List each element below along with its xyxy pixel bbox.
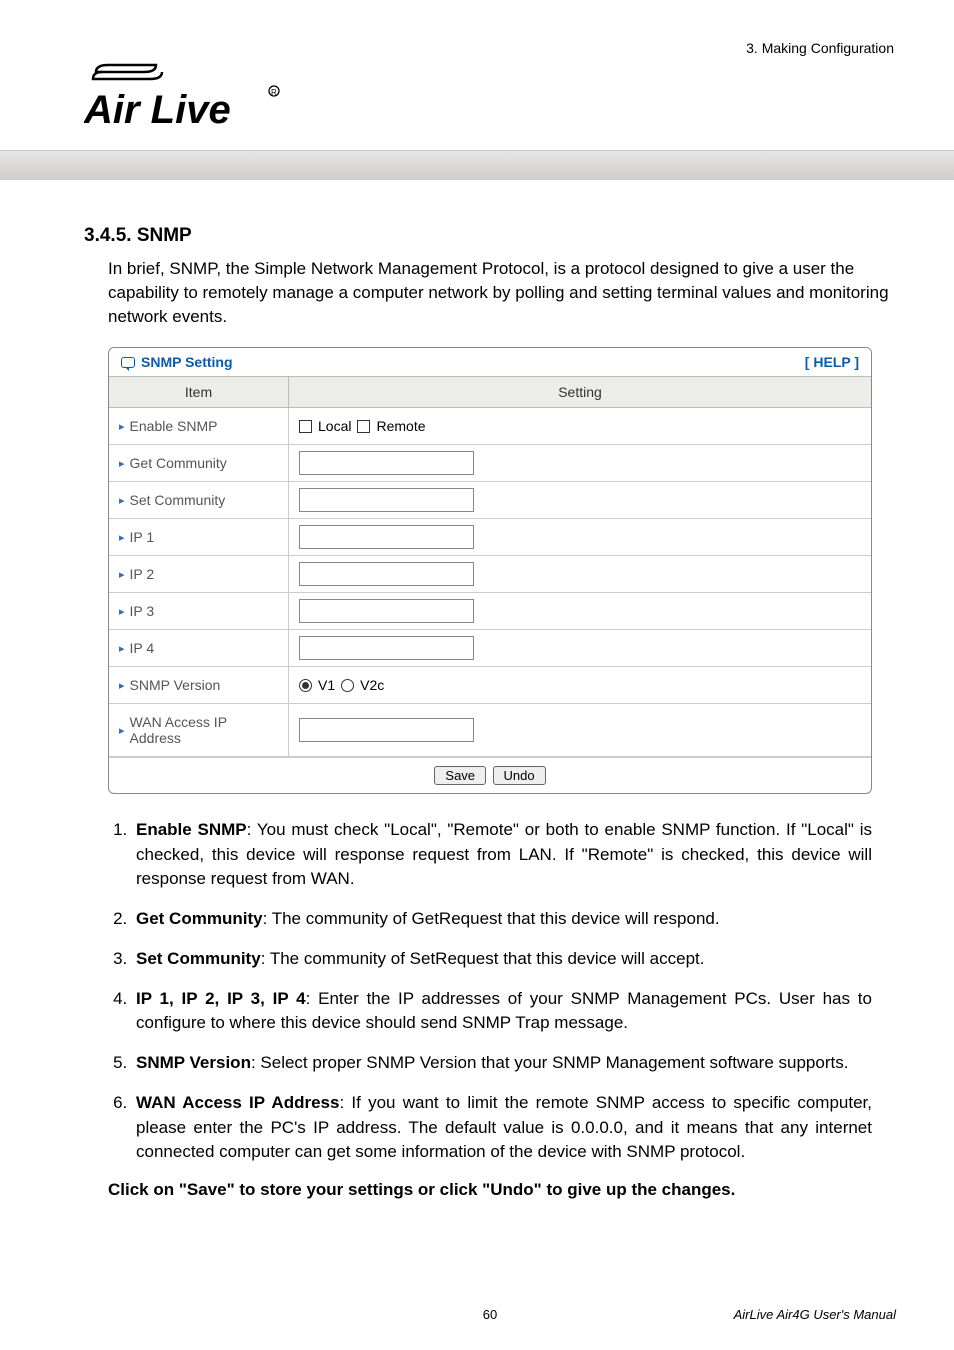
radio-v2c[interactable]	[341, 679, 354, 692]
closing-instruction: Click on "Save" to store your settings o…	[108, 1180, 896, 1200]
section-number: 3.4.5. SNMP	[84, 225, 896, 247]
row-set-community: ▸ Set Community	[109, 482, 871, 519]
row-enable-snmp: ▸ Enable SNMP Local Remote	[109, 408, 871, 445]
row-snmp-version: ▸ SNMP Version V1 V2c	[109, 667, 871, 704]
caret-icon: ▸	[119, 531, 125, 544]
chapter-heading: 3. Making Configuration	[746, 40, 894, 56]
label-enable-snmp: Enable SNMP	[130, 418, 218, 434]
li-text: : You must check "Local", "Remote" or bo…	[136, 820, 872, 887]
list-item: Set Community: The community of SetReque…	[132, 947, 872, 971]
page-number: 60	[483, 1307, 497, 1322]
li-bold: Set Community	[136, 949, 261, 968]
input-ip4[interactable]	[299, 636, 474, 660]
list-item: IP 1, IP 2, IP 3, IP 4: Enter the IP add…	[132, 987, 872, 1035]
list-item: Enable SNMP: You must check "Local", "Re…	[132, 818, 872, 890]
li-bold: Enable SNMP	[136, 820, 247, 839]
label-snmp-version: SNMP Version	[130, 677, 221, 693]
li-bold: WAN Access IP Address	[136, 1093, 339, 1112]
caret-icon: ▸	[119, 494, 125, 507]
caret-icon: ▸	[119, 605, 125, 618]
caret-icon: ▸	[119, 420, 125, 433]
col-head-item: Item	[109, 377, 289, 407]
row-wan-access: ▸ WAN Access IP Address	[109, 704, 871, 757]
label-ip2: IP 2	[130, 566, 155, 582]
radio-v1[interactable]	[299, 679, 312, 692]
svg-text:Air Live: Air Live	[84, 88, 231, 132]
panel-bubble-icon	[121, 357, 135, 368]
caret-icon: ▸	[119, 642, 125, 655]
manual-title: AirLive Air4G User's Manual	[734, 1307, 896, 1322]
li-bold: SNMP Version	[136, 1053, 251, 1072]
checkbox-remote[interactable]	[357, 420, 370, 433]
help-link[interactable]: [ HELP ]	[805, 354, 859, 370]
caret-icon: ▸	[119, 679, 125, 692]
undo-button[interactable]: Undo	[493, 766, 546, 785]
input-ip3[interactable]	[299, 599, 474, 623]
label-get-community: Get Community	[130, 455, 227, 471]
label-ip4: IP 4	[130, 640, 155, 656]
row-ip2: ▸ IP 2	[109, 556, 871, 593]
svg-text:R: R	[271, 88, 277, 97]
radio-v2c-label: V2c	[360, 677, 384, 693]
label-ip1: IP 1	[130, 529, 155, 545]
list-item: Get Community: The community of GetReque…	[132, 907, 872, 931]
list-item: WAN Access IP Address: If you want to li…	[132, 1091, 872, 1163]
checkbox-local[interactable]	[299, 420, 312, 433]
label-ip3: IP 3	[130, 603, 155, 619]
label-wan-access: WAN Access IP Address	[130, 714, 278, 746]
numbered-list: Enable SNMP: You must check "Local", "Re…	[132, 818, 872, 1163]
row-ip4: ▸ IP 4	[109, 630, 871, 667]
caret-icon: ▸	[119, 568, 125, 581]
radio-v1-label: V1	[318, 677, 335, 693]
panel-title: SNMP Setting	[141, 354, 233, 370]
input-ip2[interactable]	[299, 562, 474, 586]
li-text: : The community of SetRequest that this …	[261, 949, 705, 968]
row-ip3: ▸ IP 3	[109, 593, 871, 630]
li-text: : Select proper SNMP Version that your S…	[251, 1053, 849, 1072]
input-set-community[interactable]	[299, 488, 474, 512]
label-set-community: Set Community	[130, 492, 226, 508]
save-button[interactable]: Save	[434, 766, 486, 785]
header-gradient-bar	[0, 150, 954, 180]
col-head-setting: Setting	[289, 377, 871, 407]
checkbox-remote-label: Remote	[376, 418, 425, 434]
checkbox-local-label: Local	[318, 418, 351, 434]
input-get-community[interactable]	[299, 451, 474, 475]
li-text: : The community of GetRequest that this …	[263, 909, 720, 928]
row-get-community: ▸ Get Community	[109, 445, 871, 482]
caret-icon: ▸	[119, 724, 125, 737]
input-wan-access[interactable]	[299, 718, 474, 742]
row-ip1: ▸ IP 1	[109, 519, 871, 556]
list-item: SNMP Version: Select proper SNMP Version…	[132, 1051, 872, 1075]
li-bold: IP 1, IP 2, IP 3, IP 4	[136, 989, 306, 1008]
intro-paragraph: In brief, SNMP, the Simple Network Manag…	[108, 257, 896, 329]
input-ip1[interactable]	[299, 525, 474, 549]
brand-logo: Air Live R	[84, 58, 294, 143]
snmp-setting-panel: SNMP Setting [ HELP ] Item Setting ▸ Enab…	[108, 347, 872, 794]
caret-icon: ▸	[119, 457, 125, 470]
li-bold: Get Community	[136, 909, 263, 928]
